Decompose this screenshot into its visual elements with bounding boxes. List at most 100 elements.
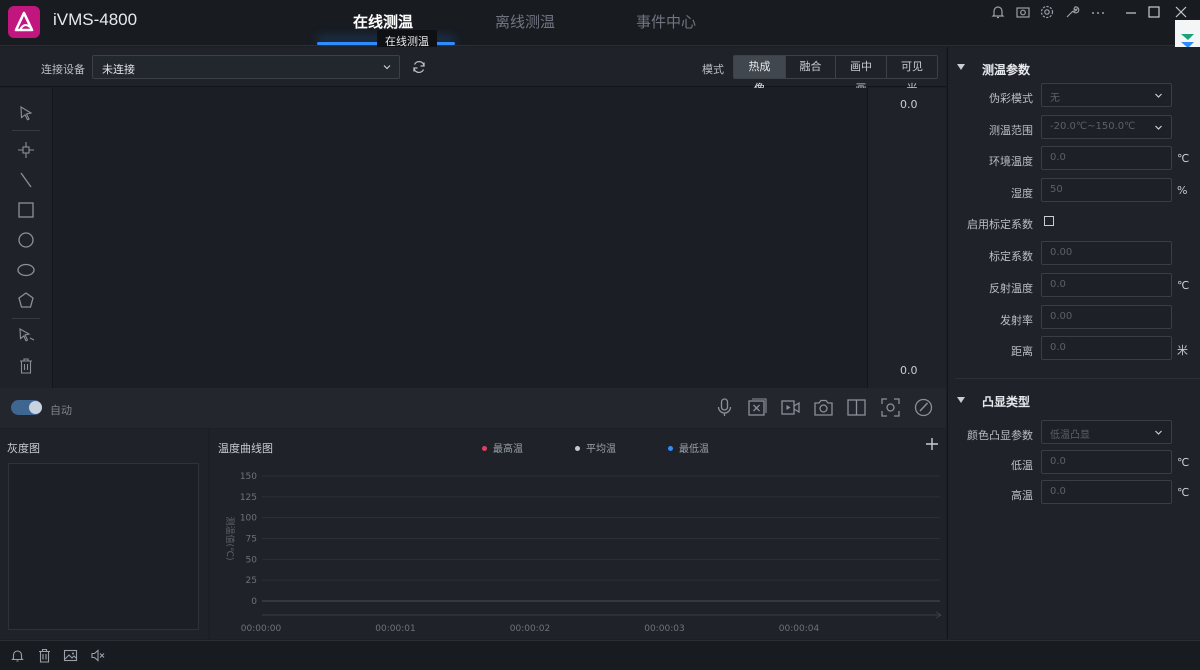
pseudo-color-value: 无 [1050,93,1060,104]
high-temp-input[interactable]: 0.0 [1041,480,1172,504]
playback-control-strip [0,388,946,428]
trash-icon[interactable] [37,648,52,663]
tab-online-temp[interactable]: 在线测温 [353,11,413,32]
refresh-icon[interactable] [411,59,427,75]
tab-offline-temp[interactable]: 离线测温 [495,11,555,32]
minimize-icon[interactable] [1123,4,1139,20]
emissivity-value: 0.00 [1050,311,1073,322]
curve-title: 温度曲线图 [218,442,273,455]
snapshot-icon[interactable] [813,397,834,418]
pseudo-color-select[interactable]: 无 [1041,83,1172,107]
legend-max[interactable]: 最高温 [482,440,523,455]
split-view-icon[interactable] [846,397,867,418]
toggle-knob [29,401,42,414]
tool-divider [12,318,40,319]
chevron-down-icon [1154,123,1163,132]
wrench-icon[interactable] [1064,4,1080,20]
gauge-icon[interactable] [913,397,934,418]
mute-icon[interactable] [90,648,105,663]
circle-tool-icon[interactable] [17,231,35,249]
mode-pip-button[interactable]: 画中画 [836,56,887,95]
image-icon[interactable] [63,648,78,663]
focus-frame-icon[interactable] [880,397,901,418]
scale-max-value: 0.0 [900,98,918,111]
calib-enable-label: 启用标定系数 [967,218,1033,231]
color-highlight-label: 颜色凸显参数 [967,429,1033,442]
stop-all-icon[interactable] [747,397,768,418]
reflect-temp-input[interactable]: 0.0 [1041,273,1172,297]
record-video-icon[interactable] [780,397,801,418]
line-tool-icon[interactable] [17,171,35,189]
y-tick-label: 75 [246,535,257,545]
humidity-input[interactable]: 50 [1041,178,1172,202]
device-select-value: 未连接 [102,63,135,76]
y-axis-label: 测温值(℃) [224,516,236,560]
humidity-value: 50 [1050,184,1063,195]
color-highlight-select[interactable]: 低温凸显 [1041,420,1172,444]
legend-min-dot [668,445,673,451]
capture-icon[interactable] [1015,4,1031,20]
y-tick-label: 100 [240,514,257,524]
legend-avg[interactable]: 平均温 [575,440,616,455]
chevron-down-icon [1154,428,1163,437]
low-temp-input[interactable]: 0.0 [1041,450,1172,474]
calib-enable-checkbox[interactable] [1044,216,1054,226]
highlight-section-title[interactable]: 凸显类型 [982,393,1030,410]
low-temp-unit: ℃ [1177,456,1190,469]
params-section-title[interactable]: 测温参数 [982,61,1030,78]
app-logo-icon [8,6,40,38]
y-tick-label: 0 [251,597,257,607]
high-temp-label: 高温 [1011,489,1033,502]
env-temp-unit: ℃ [1177,152,1190,165]
calib-input[interactable]: 0.00 [1041,241,1172,265]
temp-range-value: -20.0℃~150.0℃ [1050,121,1136,132]
maximize-icon[interactable] [1146,4,1162,20]
low-temp-label: 低温 [1011,459,1033,472]
calib-value: 0.00 [1050,247,1073,258]
grayscale-image-area [8,463,199,630]
close-icon[interactable] [1173,4,1189,20]
y-tick-label: 150 [240,472,257,482]
env-temp-input[interactable]: 0.0 [1041,146,1172,170]
multi-select-icon[interactable] [17,326,35,344]
emissivity-input[interactable]: 0.00 [1041,305,1172,329]
microphone-icon[interactable] [714,397,735,418]
distance-input[interactable]: 0.0 [1041,336,1172,360]
mode-visible-button[interactable]: 可见光 [887,56,937,95]
select-arrow-icon[interactable] [17,104,35,122]
chevron-down-icon [382,62,392,72]
collapse-triangle-icon[interactable] [956,62,966,72]
rectangle-tool-icon[interactable] [17,201,35,219]
pseudo-color-label: 伪彩模式 [989,92,1033,105]
trash-icon[interactable] [17,357,35,375]
color-highlight-value: 低温凸显 [1050,430,1090,441]
env-temp-value: 0.0 [1050,152,1066,163]
mode-thermal-button[interactable]: 热成像 [734,56,786,95]
chevron-down-icon [1154,91,1163,100]
gear-icon[interactable] [1039,4,1055,20]
x-tick-label: 00:00:03 [644,624,684,634]
high-temp-value: 0.0 [1050,486,1066,497]
high-temp-unit: ℃ [1177,486,1190,499]
thermal-video-view[interactable] [54,88,867,388]
env-temp-label: 环境温度 [989,155,1033,168]
bell-icon[interactable] [990,4,1006,20]
alarm-bell-icon[interactable] [10,648,25,663]
temp-range-select[interactable]: -20.0℃~150.0℃ [1041,115,1172,139]
scale-min-value: 0.0 [900,364,918,377]
point-tool-icon[interactable] [17,141,35,159]
polygon-tool-icon[interactable] [17,291,35,309]
mode-fusion-button[interactable]: 融合 [786,56,836,78]
ellipse-tool-icon[interactable] [17,261,35,279]
temp-range-label: 测温范围 [989,124,1033,137]
more-icon[interactable] [1090,4,1106,20]
tab-event-center[interactable]: 事件中心 [636,11,696,32]
add-curve-icon[interactable] [924,436,940,452]
device-select[interactable]: 未连接 [92,55,400,79]
collapse-triangle-icon[interactable] [956,395,966,405]
x-tick-label: 00:00:01 [375,624,415,634]
legend-min[interactable]: 最低温 [668,440,709,455]
x-tick-label: 00:00:00 [241,624,282,634]
distance-unit: 米 [1177,344,1188,357]
y-tick-label: 50 [246,555,258,565]
